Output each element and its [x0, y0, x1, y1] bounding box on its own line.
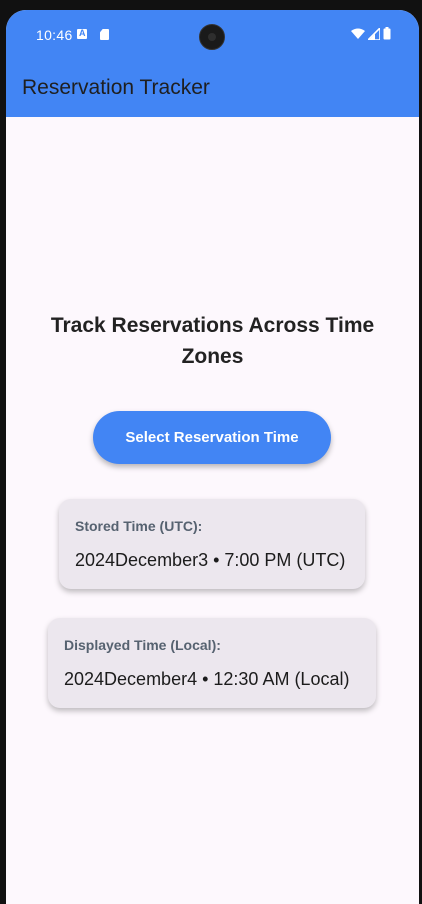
displayed-time-label: Displayed Time (Local): [64, 637, 221, 653]
app-title: Reservation Tracker [22, 76, 210, 99]
page-headline: Track Reservations Across Time Zones [50, 314, 375, 368]
battery-icon [383, 27, 391, 40]
device-screen: 10:46 A Reservation Tracker Track Reserv… [6, 10, 419, 904]
status-bar: 10:46 A [6, 10, 419, 60]
signal-icon [368, 27, 380, 40]
select-reservation-time-button[interactable]: Select Reservation Time [93, 411, 331, 464]
status-time: 10:46 [36, 27, 73, 43]
sd-card-icon [100, 29, 109, 40]
app-bar: Reservation Tracker [6, 60, 419, 117]
wifi-icon [351, 28, 365, 39]
displayed-time-card: Displayed Time (Local): 2024December4 • … [48, 618, 376, 708]
stored-time-value: 2024December3 • 7:00 PM (UTC) [75, 550, 346, 570]
displayed-time-value: 2024December4 • 12:30 AM (Local) [64, 669, 350, 689]
camera-cutout [199, 24, 225, 50]
stored-time-label: Stored Time (UTC): [75, 518, 203, 534]
status-icons-right [351, 27, 391, 40]
a-notification-icon: A [77, 28, 87, 39]
stored-time-card: Stored Time (UTC): 2024December3 • 7:00 … [59, 499, 365, 589]
